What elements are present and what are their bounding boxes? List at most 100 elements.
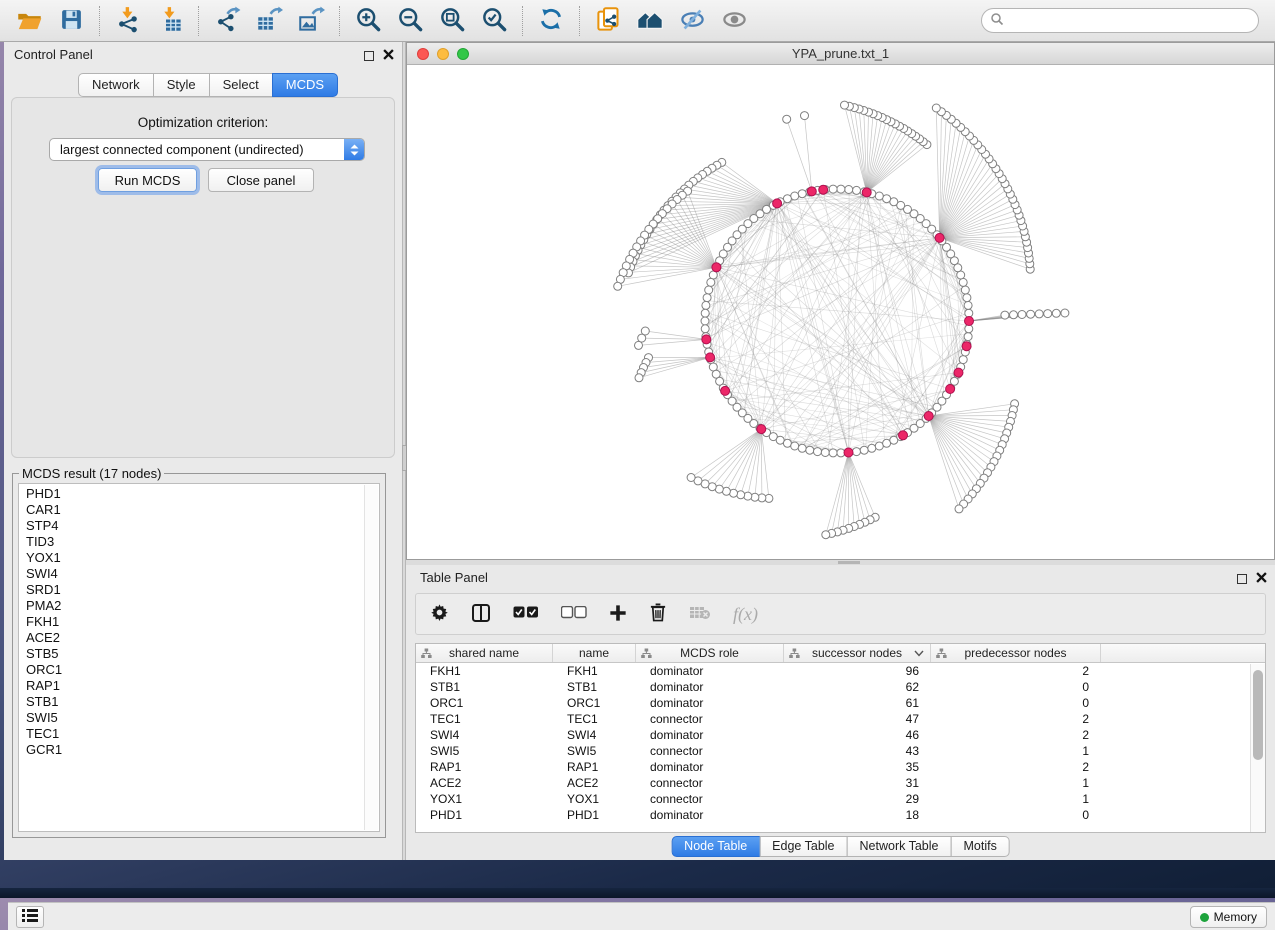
network-leaf-node[interactable]	[783, 115, 791, 123]
table-row[interactable]: SWI5SWI5connector431	[416, 743, 1265, 759]
mcds-hub-node[interactable]	[924, 412, 933, 421]
network-node[interactable]	[959, 278, 967, 286]
network-node[interactable]	[853, 448, 861, 456]
mcds-hub-node[interactable]	[712, 263, 721, 272]
network-node[interactable]	[783, 439, 791, 447]
network-node[interactable]	[821, 449, 829, 457]
network-window-titlebar[interactable]: YPA_prune.txt_1	[407, 43, 1274, 65]
network-node[interactable]	[814, 448, 822, 456]
close-window-icon[interactable]	[417, 48, 429, 60]
show-all-button[interactable]	[717, 4, 751, 38]
network-node[interactable]	[798, 190, 806, 198]
tab-edge-table[interactable]: Edge Table	[759, 836, 847, 857]
network-leaf-node[interactable]	[1001, 311, 1009, 319]
mcds-hub-node[interactable]	[935, 233, 944, 242]
mcds-result-item[interactable]: SRD1	[26, 582, 379, 598]
export-image-button[interactable]	[294, 4, 328, 38]
tab-network-table[interactable]: Network Table	[847, 836, 952, 857]
zoom-in-button[interactable]	[351, 4, 385, 38]
mcds-hub-node[interactable]	[773, 199, 782, 208]
close-panel-button[interactable]: Close panel	[208, 168, 314, 192]
mcds-result-item[interactable]: ACE2	[26, 630, 379, 646]
network-node[interactable]	[791, 192, 799, 200]
network-leaf-node[interactable]	[1035, 310, 1043, 318]
mcds-hub-node[interactable]	[706, 353, 715, 362]
column-layout-icon[interactable]	[471, 603, 491, 626]
network-node[interactable]	[965, 325, 973, 333]
table-row[interactable]: TEC1TEC1connector472	[416, 711, 1265, 727]
mcds-hub-node[interactable]	[946, 385, 955, 394]
network-node[interactable]	[845, 186, 853, 194]
task-history-button[interactable]	[16, 906, 44, 928]
network-node[interactable]	[703, 294, 711, 302]
delete-column-trash-icon[interactable]	[649, 603, 667, 625]
deselect-all-columns-icon[interactable]	[561, 606, 587, 622]
network-leaf-node[interactable]	[638, 334, 646, 342]
zoom-out-button[interactable]	[393, 4, 427, 38]
tab-node-table[interactable]: Node Table	[671, 836, 760, 857]
network-node[interactable]	[837, 185, 845, 193]
network-node[interactable]	[702, 301, 710, 309]
network-node[interactable]	[853, 186, 861, 194]
network-node[interactable]	[707, 278, 715, 286]
mcds-result-item[interactable]: STB1	[26, 694, 379, 710]
mcds-result-list[interactable]: PHD1CAR1STP4TID3YOX1SWI4SRD1PMA2FKH1ACE2…	[18, 483, 380, 832]
mcds-result-item[interactable]: TEC1	[26, 726, 379, 742]
mcds-hub-node[interactable]	[807, 187, 816, 196]
network-leaf-node[interactable]	[801, 112, 809, 120]
import-table-button[interactable]	[153, 4, 187, 38]
float-panel-icon[interactable]	[364, 51, 374, 61]
network-leaf-node[interactable]	[1018, 311, 1026, 319]
mcds-hub-node[interactable]	[962, 342, 971, 351]
network-node[interactable]	[883, 195, 891, 203]
mcds-result-item[interactable]: SWI5	[26, 710, 379, 726]
mcds-result-item[interactable]: TID3	[26, 534, 379, 550]
network-node[interactable]	[965, 309, 973, 317]
network-node[interactable]	[959, 356, 967, 364]
tab-style[interactable]: Style	[153, 73, 210, 97]
table-row[interactable]: ORC1ORC1dominator610	[416, 695, 1265, 711]
mcds-hub-node[interactable]	[899, 431, 908, 440]
mcds-result-item[interactable]: SWI4	[26, 566, 379, 582]
tab-mcds[interactable]: MCDS	[272, 73, 338, 97]
scrollbar-thumb[interactable]	[1253, 670, 1263, 760]
tab-network[interactable]: Network	[78, 73, 154, 97]
search-box[interactable]	[981, 8, 1259, 33]
search-input[interactable]	[1009, 11, 1258, 31]
houses-button[interactable]	[633, 4, 667, 38]
table-row[interactable]: ACE2ACE2connector311	[416, 775, 1265, 791]
network-leaf-node[interactable]	[635, 374, 643, 382]
network-node[interactable]	[798, 444, 806, 452]
zoom-fit-button[interactable]	[435, 4, 469, 38]
network-node[interactable]	[860, 446, 868, 454]
node-table[interactable]: shared namenameMCDS rolesuccessor nodesp…	[415, 643, 1266, 833]
open-session-button[interactable]	[12, 4, 46, 38]
mcds-result-item[interactable]: PHD1	[26, 486, 379, 502]
tab-select[interactable]: Select	[209, 73, 273, 97]
minimize-window-icon[interactable]	[437, 48, 449, 60]
column-header-successor-nodes[interactable]: successor nodes	[784, 644, 931, 662]
table-row[interactable]: YOX1YOX1connector291	[416, 791, 1265, 807]
select-all-columns-icon[interactable]	[513, 606, 539, 622]
network-node[interactable]	[791, 442, 799, 450]
table-row[interactable]: STB1STB1dominator620	[416, 679, 1265, 695]
network-leaf-node[interactable]	[1044, 310, 1052, 318]
table-row[interactable]: SWI4SWI4dominator462	[416, 727, 1265, 743]
network-node[interactable]	[961, 286, 969, 294]
mcds-hub-node[interactable]	[954, 368, 963, 377]
network-leaf-node[interactable]	[687, 474, 695, 482]
mcds-hub-node[interactable]	[965, 317, 974, 326]
table-row[interactable]: FKH1FKH1dominator962	[416, 663, 1265, 679]
float-panel-icon[interactable]	[1237, 574, 1247, 584]
optimization-criterion-select[interactable]: largest connected component (undirected)	[49, 138, 365, 161]
mcds-hub-node[interactable]	[862, 188, 871, 197]
run-mcds-button[interactable]: Run MCDS	[98, 168, 197, 192]
column-header-shared-name[interactable]: shared name	[416, 644, 553, 662]
table-row[interactable]: RAP1RAP1dominator352	[416, 759, 1265, 775]
network-leaf-node[interactable]	[955, 505, 963, 513]
import-network-button[interactable]	[111, 4, 145, 38]
splitter-grip[interactable]	[838, 561, 860, 564]
network-leaf-node[interactable]	[737, 491, 745, 499]
network-leaf-node[interactable]	[1010, 311, 1018, 319]
tab-motifs[interactable]: Motifs	[950, 836, 1009, 857]
